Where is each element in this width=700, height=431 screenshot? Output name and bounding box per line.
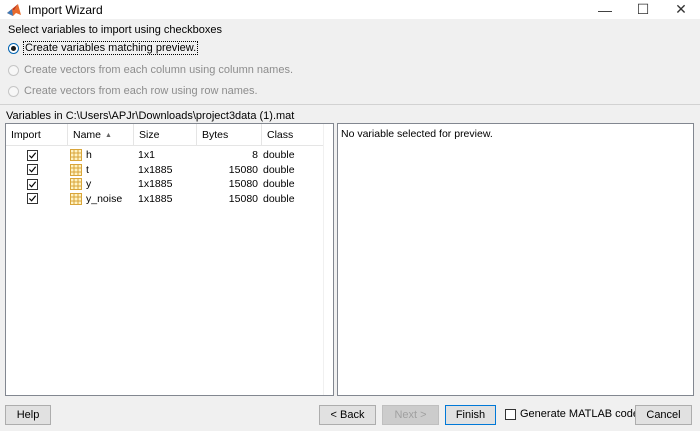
import-cell	[6, 148, 68, 163]
column-header-class[interactable]: Class	[262, 124, 324, 146]
options-label: Select variables to import using checkbo…	[8, 24, 222, 36]
name-cell: y	[68, 177, 134, 192]
divider	[0, 104, 700, 105]
table-header: Import Name ▲ Size Bytes Class	[6, 124, 324, 146]
column-header-size[interactable]: Size	[134, 124, 197, 146]
checkmark-icon	[28, 181, 36, 188]
import-cell	[6, 192, 68, 207]
class-cell: double	[263, 178, 295, 191]
radio-row-vectors: Create vectors from each row using row n…	[8, 83, 258, 99]
variables-table[interactable]: Import Name ▲ Size Bytes Class h 1x1 8 d…	[5, 123, 334, 396]
table-scroll-gutter	[323, 124, 333, 395]
table-row[interactable]: y_noise 1x1885 15080 double	[6, 192, 324, 207]
next-button: Next >	[382, 405, 439, 425]
table-row[interactable]: t 1x1885 15080 double	[6, 163, 324, 178]
close-button[interactable]: ✕	[662, 0, 700, 19]
variable-name: t	[86, 163, 89, 176]
size-cell: 1x1885	[138, 163, 173, 176]
preview-pane: No variable selected for preview.	[337, 123, 694, 396]
sort-ascending-icon: ▲	[105, 131, 112, 139]
radio-button[interactable]	[8, 42, 19, 54]
name-cell: h	[68, 148, 134, 163]
radio-label: Create vectors from each column using co…	[24, 64, 294, 76]
matlab-logo-icon	[7, 3, 21, 16]
back-button[interactable]: < Back	[319, 405, 376, 425]
bytes-cell: 8	[252, 149, 258, 162]
variable-grid-icon	[70, 192, 82, 205]
finish-button[interactable]: Finish	[445, 405, 496, 425]
name-cell: t	[68, 163, 134, 178]
class-cell: double	[263, 149, 295, 162]
radio-column-vectors: Create vectors from each column using co…	[8, 62, 293, 78]
help-button[interactable]: Help	[5, 405, 51, 425]
radio-label: Create vectors from each row using row n…	[24, 85, 258, 97]
variables-location-label: Variables in C:\Users\APJr\Downloads\pro…	[6, 110, 295, 122]
table-row[interactable]: y 1x1885 15080 double	[6, 177, 324, 192]
generate-code-checkbox[interactable]	[505, 408, 516, 420]
window-title: Import Wizard	[28, 2, 103, 17]
import-checkbox[interactable]	[26, 164, 38, 176]
window-controls: — ☐ ✕	[586, 0, 700, 19]
checkmark-icon	[28, 166, 36, 173]
import-checkbox[interactable]	[26, 149, 38, 161]
radio-button	[8, 85, 19, 97]
import-cell	[6, 163, 68, 178]
import-cell	[6, 177, 68, 192]
minimize-button[interactable]: —	[586, 0, 624, 19]
bytes-cell: 15080	[228, 192, 258, 205]
class-cell: double	[263, 163, 295, 176]
radio-label[interactable]: Create variables matching preview.	[22, 41, 199, 55]
column-header-name[interactable]: Name ▲	[68, 124, 134, 146]
cancel-button[interactable]: Cancel	[635, 405, 692, 425]
generate-code-label[interactable]: Generate MATLAB code	[520, 408, 639, 420]
bytes-cell: 15080	[228, 163, 258, 176]
generate-code-option[interactable]: Generate MATLAB code	[505, 408, 639, 420]
maximize-button[interactable]: ☐	[624, 0, 662, 19]
radio-create-variables[interactable]: Create variables matching preview.	[8, 40, 199, 56]
column-header-import[interactable]: Import	[6, 124, 68, 146]
class-cell: double	[263, 192, 295, 205]
variable-grid-icon	[70, 149, 82, 162]
variable-grid-icon	[70, 163, 82, 176]
variable-name: y_noise	[86, 192, 123, 205]
preview-message: No variable selected for preview.	[341, 128, 493, 140]
column-header-bytes[interactable]: Bytes	[197, 124, 262, 146]
variable-name: h	[86, 149, 92, 162]
radio-button	[8, 64, 19, 76]
size-cell: 1x1885	[138, 192, 173, 205]
variable-grid-icon	[70, 178, 82, 191]
import-checkbox[interactable]	[26, 178, 38, 190]
name-cell: y_noise	[68, 192, 134, 207]
variable-name: y	[86, 178, 92, 191]
column-header-label: Name	[73, 129, 102, 141]
checkmark-icon	[28, 195, 36, 202]
table-row[interactable]: h 1x1 8 double	[6, 148, 324, 163]
title-bar: Import Wizard — ☐ ✕	[0, 0, 700, 19]
checkmark-icon	[28, 152, 36, 159]
size-cell: 1x1885	[138, 178, 173, 191]
import-checkbox[interactable]	[26, 193, 38, 205]
size-cell: 1x1	[138, 149, 155, 162]
bytes-cell: 15080	[228, 178, 258, 191]
